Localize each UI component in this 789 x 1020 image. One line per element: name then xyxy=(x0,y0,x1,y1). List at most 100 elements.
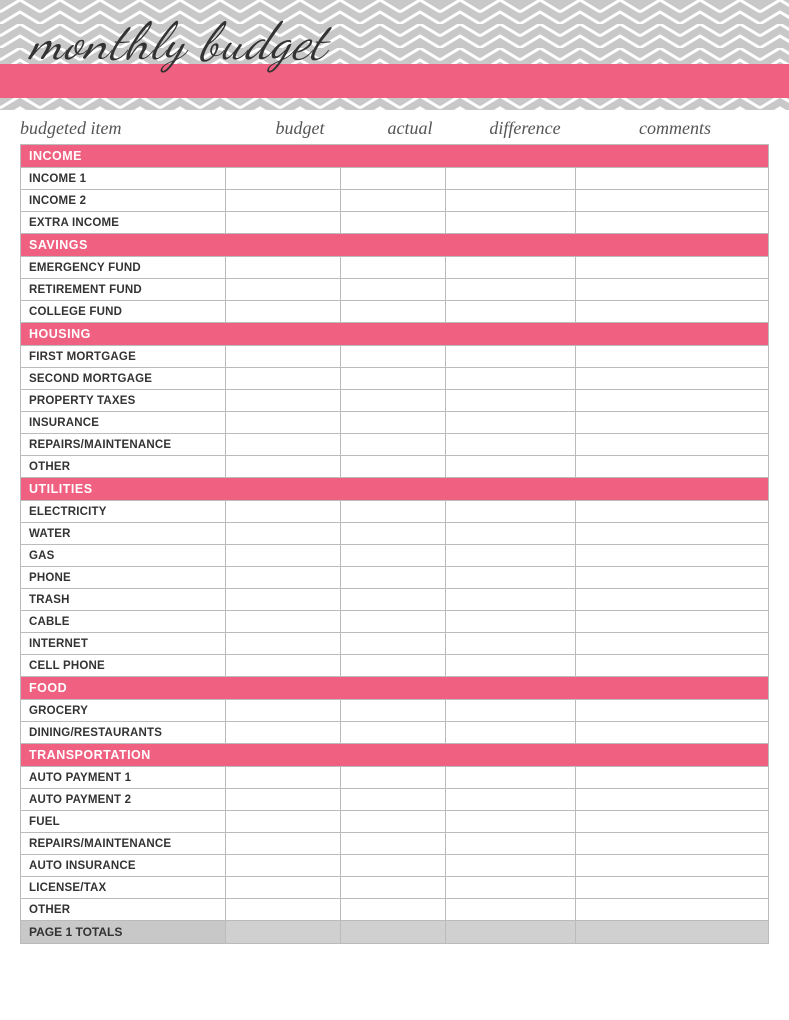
row-cell[interactable] xyxy=(576,501,769,523)
row-cell[interactable] xyxy=(446,257,576,279)
row-cell[interactable] xyxy=(226,168,341,190)
row-cell[interactable] xyxy=(226,722,341,744)
row-cell[interactable] xyxy=(341,434,446,456)
row-cell[interactable] xyxy=(226,501,341,523)
row-cell[interactable] xyxy=(226,655,341,677)
row-cell[interactable] xyxy=(341,811,446,833)
row-cell[interactable] xyxy=(576,412,769,434)
row-cell[interactable] xyxy=(226,346,341,368)
row-cell[interactable] xyxy=(341,833,446,855)
row-cell[interactable] xyxy=(446,722,576,744)
row-cell[interactable] xyxy=(576,523,769,545)
row-cell[interactable] xyxy=(341,567,446,589)
row-cell[interactable] xyxy=(446,346,576,368)
row-cell[interactable] xyxy=(446,611,576,633)
row-cell[interactable] xyxy=(576,855,769,877)
row-cell[interactable] xyxy=(341,767,446,789)
row-cell[interactable] xyxy=(446,501,576,523)
row-cell[interactable] xyxy=(446,168,576,190)
row-cell[interactable] xyxy=(576,767,769,789)
row-cell[interactable] xyxy=(341,611,446,633)
row-cell[interactable] xyxy=(576,190,769,212)
row-cell[interactable] xyxy=(576,279,769,301)
row-cell[interactable] xyxy=(446,545,576,567)
row-cell[interactable] xyxy=(446,212,576,234)
row-cell[interactable] xyxy=(226,434,341,456)
row-cell[interactable] xyxy=(341,589,446,611)
row-cell[interactable] xyxy=(226,368,341,390)
row-cell[interactable] xyxy=(576,257,769,279)
row-cell[interactable] xyxy=(576,722,769,744)
row-cell[interactable] xyxy=(576,301,769,323)
row-cell[interactable] xyxy=(341,722,446,744)
row-cell[interactable] xyxy=(446,301,576,323)
row-cell[interactable] xyxy=(446,368,576,390)
row-cell[interactable] xyxy=(341,390,446,412)
row-cell[interactable] xyxy=(226,811,341,833)
row-cell[interactable] xyxy=(341,655,446,677)
row-cell[interactable] xyxy=(226,855,341,877)
row-cell[interactable] xyxy=(446,456,576,478)
row-cell[interactable] xyxy=(341,346,446,368)
row-cell[interactable] xyxy=(576,346,769,368)
row-cell[interactable] xyxy=(341,190,446,212)
row-cell[interactable] xyxy=(576,877,769,899)
row-cell[interactable] xyxy=(576,456,769,478)
row-cell[interactable] xyxy=(226,877,341,899)
row-cell[interactable] xyxy=(341,899,446,921)
row-cell[interactable] xyxy=(226,567,341,589)
row-cell[interactable] xyxy=(226,190,341,212)
row-cell[interactable] xyxy=(576,633,769,655)
row-cell[interactable] xyxy=(226,456,341,478)
row-cell[interactable] xyxy=(446,855,576,877)
row-cell[interactable] xyxy=(576,589,769,611)
row-cell[interactable] xyxy=(446,390,576,412)
row-cell[interactable] xyxy=(226,633,341,655)
row-cell[interactable] xyxy=(446,589,576,611)
row-cell[interactable] xyxy=(341,523,446,545)
row-cell[interactable] xyxy=(576,368,769,390)
row-cell[interactable] xyxy=(446,190,576,212)
row-cell[interactable] xyxy=(576,789,769,811)
row-cell[interactable] xyxy=(226,611,341,633)
row-cell[interactable] xyxy=(576,545,769,567)
row-cell[interactable] xyxy=(341,545,446,567)
row-cell[interactable] xyxy=(446,567,576,589)
row-cell[interactable] xyxy=(446,655,576,677)
row-cell[interactable] xyxy=(226,390,341,412)
row-cell[interactable] xyxy=(341,412,446,434)
row-cell[interactable] xyxy=(226,279,341,301)
row-cell[interactable] xyxy=(576,390,769,412)
row-cell[interactable] xyxy=(341,877,446,899)
row-cell[interactable] xyxy=(576,168,769,190)
row-cell[interactable] xyxy=(341,501,446,523)
row-cell[interactable] xyxy=(446,789,576,811)
row-cell[interactable] xyxy=(446,412,576,434)
row-cell[interactable] xyxy=(576,434,769,456)
row-cell[interactable] xyxy=(576,567,769,589)
row-cell[interactable] xyxy=(446,811,576,833)
row-cell[interactable] xyxy=(576,655,769,677)
row-cell[interactable] xyxy=(576,899,769,921)
row-cell[interactable] xyxy=(341,257,446,279)
row-cell[interactable] xyxy=(341,789,446,811)
row-cell[interactable] xyxy=(226,412,341,434)
row-cell[interactable] xyxy=(226,767,341,789)
row-cell[interactable] xyxy=(226,789,341,811)
row-cell[interactable] xyxy=(446,767,576,789)
row-cell[interactable] xyxy=(576,833,769,855)
row-cell[interactable] xyxy=(446,877,576,899)
row-cell[interactable] xyxy=(341,633,446,655)
row-cell[interactable] xyxy=(446,700,576,722)
row-cell[interactable] xyxy=(341,368,446,390)
row-cell[interactable] xyxy=(341,168,446,190)
row-cell[interactable] xyxy=(341,212,446,234)
row-cell[interactable] xyxy=(226,589,341,611)
row-cell[interactable] xyxy=(226,212,341,234)
row-cell[interactable] xyxy=(341,700,446,722)
row-cell[interactable] xyxy=(446,523,576,545)
row-cell[interactable] xyxy=(226,833,341,855)
row-cell[interactable] xyxy=(226,545,341,567)
row-cell[interactable] xyxy=(341,456,446,478)
row-cell[interactable] xyxy=(576,611,769,633)
